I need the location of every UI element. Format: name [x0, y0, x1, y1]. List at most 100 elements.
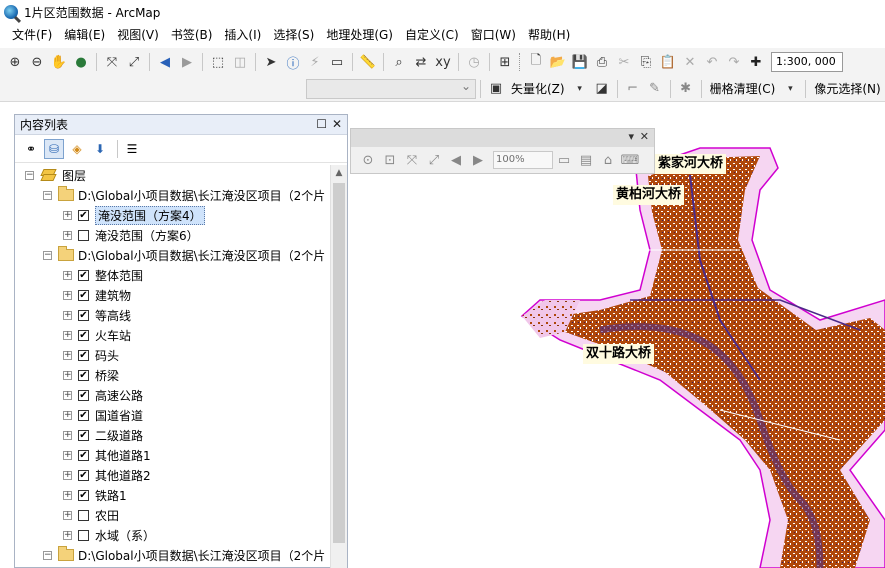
expand-icon[interactable]: + — [63, 490, 72, 500]
toc-autohide-icon[interactable]: ☐ — [316, 117, 327, 131]
time-slider-icon[interactable]: ◷ — [464, 52, 484, 72]
layer-checkbox[interactable]: ✔ — [78, 429, 89, 441]
html-popup-icon[interactable]: ▭ — [327, 52, 347, 72]
layer-row[interactable]: + ✔ 等高线 — [63, 305, 131, 325]
layer-checkbox[interactable]: ✔ — [78, 309, 89, 321]
expand-icon[interactable]: + — [63, 390, 72, 400]
focus-data-frame-icon[interactable]: ▤ — [576, 150, 596, 170]
menu-file[interactable]: 文件(F) — [6, 24, 58, 46]
layer-checkbox[interactable]: ✔ — [78, 209, 89, 221]
expand-icon[interactable]: + — [63, 430, 72, 440]
delete-icon[interactable]: ✕ — [680, 52, 700, 72]
previous-extent-page-icon[interactable]: ◀ — [446, 150, 466, 170]
expand-icon[interactable]: + — [63, 290, 72, 300]
select-features-icon[interactable]: ⬚ — [208, 52, 228, 72]
layer-row[interactable]: + 水域（系） — [63, 525, 155, 545]
back-arrow-icon[interactable]: ◀ — [155, 52, 175, 72]
group-row[interactable]: − D:\Global小项目数据\长江淹没区项目（2个片 — [43, 245, 325, 265]
layer-row[interactable]: + ✔ 铁路1 — [63, 485, 127, 505]
layer-row[interactable]: + ✔ 二级道路 — [63, 425, 143, 445]
fixed-zoom-in-page-icon[interactable]: ⤧ — [402, 150, 422, 170]
fixed-zoom-out-page-icon[interactable]: ⤢ — [424, 150, 444, 170]
scroll-up-icon[interactable]: ▲ — [331, 165, 347, 182]
layer-row[interactable]: + ✔ 国道省道 — [63, 405, 143, 425]
layer-row[interactable]: + ✔ 整体范围 — [63, 265, 143, 285]
toc-scrollbar[interactable]: ▲ — [330, 165, 347, 568]
data-driven-pages-icon[interactable]: ⌨ — [620, 150, 640, 170]
layer-checkbox[interactable]: ✔ — [78, 409, 89, 421]
raster-cleanup-icon[interactable]: ▣ — [486, 79, 506, 99]
expand-icon[interactable]: + — [63, 330, 72, 340]
map-scale-input[interactable]: 1:300, 000 — [771, 52, 843, 72]
generate-features-icon[interactable]: ◪ — [592, 79, 612, 99]
fixed-zoom-in-icon[interactable]: ⤧ — [102, 52, 122, 72]
add-data-icon[interactable]: ✚ — [746, 52, 766, 72]
redo-icon[interactable]: ↷ — [724, 52, 744, 72]
menu-customize[interactable]: 自定义(C) — [399, 24, 465, 46]
layer-row[interactable]: + ✔ 火车站 — [63, 325, 131, 345]
list-by-visibility-icon[interactable]: ◈ — [67, 139, 87, 159]
toc-options-icon[interactable]: ☰ — [122, 139, 142, 159]
root-row[interactable]: − 图层 — [25, 165, 86, 185]
copy-icon[interactable]: ⎘ — [636, 52, 656, 72]
layer-checkbox[interactable]: ✔ — [78, 349, 89, 361]
layer-row[interactable]: + ✔ 其他道路2 — [63, 465, 151, 485]
collapse-icon[interactable]: − — [43, 250, 52, 260]
layer-checkbox[interactable]: ✔ — [78, 269, 89, 281]
layer-checkbox[interactable]: ✔ — [78, 369, 89, 381]
expand-icon[interactable]: + — [63, 350, 72, 360]
layer-row[interactable]: + ✔ 高速公路 — [63, 385, 143, 405]
forward-arrow-icon[interactable]: ▶ — [177, 52, 197, 72]
hyperlink-icon[interactable]: ⚡ — [305, 52, 325, 72]
menu-edit[interactable]: 编辑(E) — [58, 24, 111, 46]
list-by-source-icon[interactable]: ⛁ — [44, 138, 64, 159]
clear-selection-icon[interactable]: ◫ — [230, 52, 250, 72]
fixed-zoom-out-icon[interactable]: ⤢ — [124, 52, 144, 72]
layer-checkbox[interactable]: ✔ — [78, 289, 89, 301]
list-by-drawing-order-icon[interactable]: ⚭ — [21, 139, 41, 159]
list-by-selection-icon[interactable]: ⬇ — [90, 139, 110, 159]
expand-icon[interactable]: + — [63, 470, 72, 480]
menu-geoprocessing[interactable]: 地理处理(G) — [320, 24, 399, 46]
floating-toolbar-header[interactable]: ▾ ✕ — [351, 129, 654, 147]
expand-icon[interactable]: + — [63, 510, 72, 520]
raster-snapping-icon[interactable]: ✱ — [676, 79, 696, 99]
toc-close-icon[interactable]: ✕ — [332, 117, 342, 131]
layer-checkbox[interactable]: ✔ — [78, 389, 89, 401]
menu-view[interactable]: 视图(V) — [111, 24, 165, 46]
layer-checkbox[interactable]: ✔ — [78, 469, 89, 481]
new-document-icon[interactable]: 🗋 — [526, 52, 546, 72]
menu-help[interactable]: 帮助(H) — [522, 24, 576, 46]
save-icon[interactable]: 💾 — [570, 52, 590, 72]
layer-row[interactable]: + ✔ 建筑物 — [63, 285, 131, 305]
layer-row[interactable]: + ✔ 桥梁 — [63, 365, 119, 385]
open-folder-icon[interactable]: 📂 — [548, 52, 568, 72]
layer-checkbox[interactable] — [78, 509, 89, 521]
menu-selection[interactable]: 选择(S) — [267, 24, 320, 46]
zoom-100-icon[interactable]: ⊡ — [380, 150, 400, 170]
cut-icon[interactable]: ✂ — [614, 52, 634, 72]
vectorize-pencil-icon[interactable]: ✎ — [645, 79, 665, 99]
floating-toolbar-menu-icon[interactable]: ▾ — [628, 130, 634, 143]
layout-zoom-input[interactable]: 100% — [493, 151, 553, 169]
expand-icon[interactable]: + — [63, 210, 72, 220]
layer-row[interactable]: + ✔ 码头 — [63, 345, 119, 365]
layer-row[interactable]: + 农田 — [63, 505, 119, 525]
layer-row[interactable]: + 淹没范围（方案6） — [63, 225, 199, 245]
group-row[interactable]: − D:\Global小项目数据\长江淹没区项目（2个片 — [43, 545, 325, 565]
dropdown-arrow-icon[interactable]: ▾ — [780, 79, 800, 99]
paste-icon[interactable]: 📋 — [658, 52, 678, 72]
collapse-icon[interactable]: − — [25, 170, 34, 180]
group-row[interactable]: − D:\Global小项目数据\长江淹没区项目（2个片 — [43, 185, 325, 205]
next-extent-page-icon[interactable]: ▶ — [468, 150, 488, 170]
dropdown-arrow-icon[interactable]: ▾ — [570, 79, 590, 99]
layer-row[interactable]: + ✔ 其他道路1 — [63, 445, 151, 465]
full-extent-globe-icon[interactable]: ● — [71, 52, 91, 72]
zoom-whole-page-icon[interactable]: ⊙ — [358, 150, 378, 170]
layer-checkbox[interactable]: ✔ — [78, 489, 89, 501]
find-route-icon[interactable]: ⇄ — [411, 52, 431, 72]
expand-icon[interactable]: + — [63, 230, 72, 240]
vectorize-menu[interactable]: 矢量化(Z) — [507, 80, 569, 97]
raster-cleanup-menu[interactable]: 栅格清理(C) — [706, 80, 780, 97]
identify-icon[interactable]: ⓘ — [283, 52, 303, 72]
